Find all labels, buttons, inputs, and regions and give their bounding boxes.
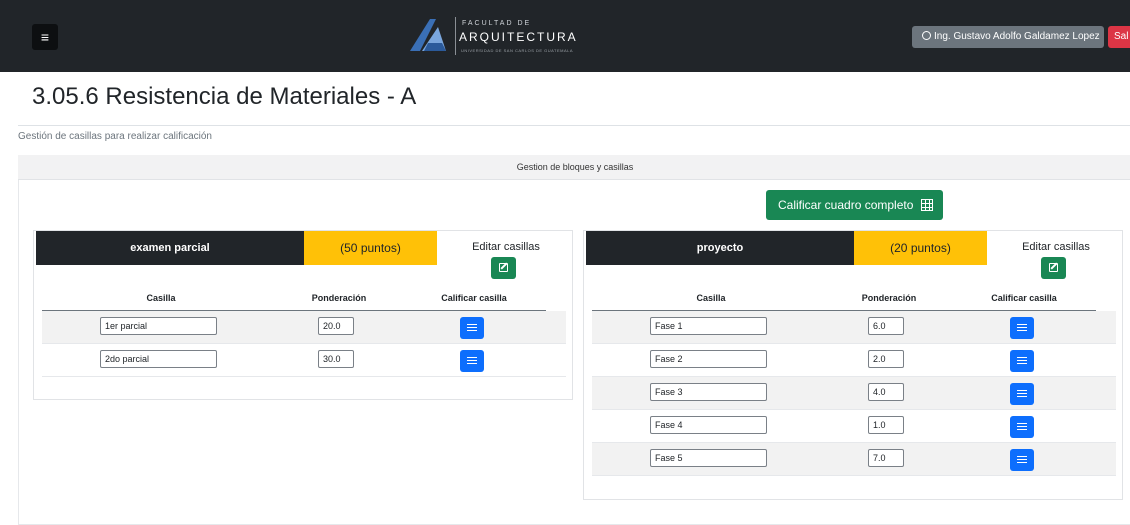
ponderacion-input[interactable]: 20.0 <box>318 317 354 335</box>
calificar-casilla-button[interactable] <box>460 350 484 372</box>
faculty-logo: FACULTAD DE ARQUITECTURA UNIVERSIDAD DE … <box>408 13 578 59</box>
casilla-name-input[interactable]: Fase 1 <box>650 317 767 335</box>
column-header-casilla: Casilla <box>146 293 176 303</box>
block-examen-parcial: examen parcial (50 puntos) Editar casill… <box>33 230 573 400</box>
list-icon <box>467 357 477 365</box>
panel-header: Gestion de bloques y casillas <box>18 155 1130 180</box>
edit-casillas-label: Editar casillas <box>472 241 540 253</box>
logo-text-line3: UNIVERSIDAD DE SAN CARLOS DE GUATEMALA <box>461 48 574 53</box>
ponderacion-input[interactable]: 1.0 <box>868 416 904 434</box>
ponderacion-input[interactable]: 7.0 <box>868 449 904 467</box>
user-profile-button[interactable]: Ing. Gustavo Adolfo Galdamez Lopez <box>912 26 1104 48</box>
column-header-casilla: Casilla <box>696 293 726 303</box>
table-row: Fase 2 2.0 <box>592 344 1116 377</box>
page-title: 3.05.6 Resistencia de Materiales - A <box>32 83 417 110</box>
list-icon <box>467 324 477 332</box>
list-icon <box>1017 456 1027 464</box>
table-row: 2do parcial 30.0 <box>42 344 566 377</box>
calificar-casilla-button[interactable] <box>1010 449 1034 471</box>
ponderacion-input[interactable]: 30.0 <box>318 350 354 368</box>
block-name: proyecto <box>586 231 854 265</box>
calificar-casilla-button[interactable] <box>1010 416 1034 438</box>
calificar-casilla-button[interactable] <box>1010 317 1034 339</box>
block-points-badge: (20 puntos) <box>854 231 987 265</box>
column-header-calificar: Calificar casilla <box>991 293 1057 303</box>
logo-divider <box>455 17 456 55</box>
user-circle-icon <box>922 31 931 40</box>
column-header-ponderacion: Ponderación <box>311 293 367 303</box>
casilla-name-input[interactable]: 1er parcial <box>100 317 217 335</box>
faculty-logo-icon <box>410 19 446 51</box>
page-subtitle: Gestión de casillas para realizar califi… <box>18 131 212 142</box>
edit-pencil-icon <box>499 263 508 272</box>
casilla-name-input[interactable]: Fase 5 <box>650 449 767 467</box>
casilla-name-input[interactable]: Fase 4 <box>650 416 767 434</box>
top-navbar: ≡ FACULTAD DE ARQUITECTURA UNIVERSIDAD D… <box>0 0 1130 72</box>
list-icon <box>1017 390 1027 398</box>
grade-full-table-label: Calificar cuadro completo <box>778 198 914 212</box>
block-points-badge: (50 puntos) <box>304 231 437 265</box>
ponderacion-input[interactable]: 4.0 <box>868 383 904 401</box>
user-name-label: Ing. Gustavo Adolfo Galdamez Lopez <box>934 31 1100 42</box>
edit-pencil-icon <box>1049 263 1058 272</box>
list-icon <box>1017 423 1027 431</box>
calificar-casilla-button[interactable] <box>1010 383 1034 405</box>
table-grid-icon <box>921 199 933 211</box>
casilla-name-input[interactable]: Fase 3 <box>650 383 767 401</box>
ponderacion-input[interactable]: 6.0 <box>868 317 904 335</box>
hamburger-menu-button[interactable]: ≡ <box>32 24 58 50</box>
block-name: examen parcial <box>36 231 304 265</box>
edit-casillas-label: Editar casillas <box>1022 241 1090 253</box>
table-row: Fase 5 7.0 <box>592 443 1116 476</box>
logo-text-line2: ARQUITECTURA <box>459 30 578 44</box>
edit-casillas-button[interactable] <box>491 257 516 279</box>
table-row: Fase 4 1.0 <box>592 410 1116 443</box>
block-proyecto: proyecto (20 puntos) Editar casillas Cas… <box>583 230 1123 500</box>
calificar-casilla-button[interactable] <box>1010 350 1034 372</box>
ponderacion-input[interactable]: 2.0 <box>868 350 904 368</box>
calificar-casilla-button[interactable] <box>460 317 484 339</box>
column-header-calificar: Calificar casilla <box>441 293 507 303</box>
table-row: Fase 1 6.0 <box>592 311 1116 344</box>
column-header-ponderacion: Ponderación <box>861 293 917 303</box>
logo-text-line1: FACULTAD DE <box>462 20 532 27</box>
edit-casillas-button[interactable] <box>1041 257 1066 279</box>
casilla-name-input[interactable]: 2do parcial <box>100 350 217 368</box>
grade-full-table-button[interactable]: Calificar cuadro completo <box>766 190 943 220</box>
table-row: 1er parcial 20.0 <box>42 311 566 344</box>
logout-button[interactable]: Sal <box>1108 26 1130 48</box>
list-icon <box>1017 357 1027 365</box>
table-row: Fase 3 4.0 <box>592 377 1116 410</box>
casilla-name-input[interactable]: Fase 2 <box>650 350 767 368</box>
list-icon <box>1017 324 1027 332</box>
